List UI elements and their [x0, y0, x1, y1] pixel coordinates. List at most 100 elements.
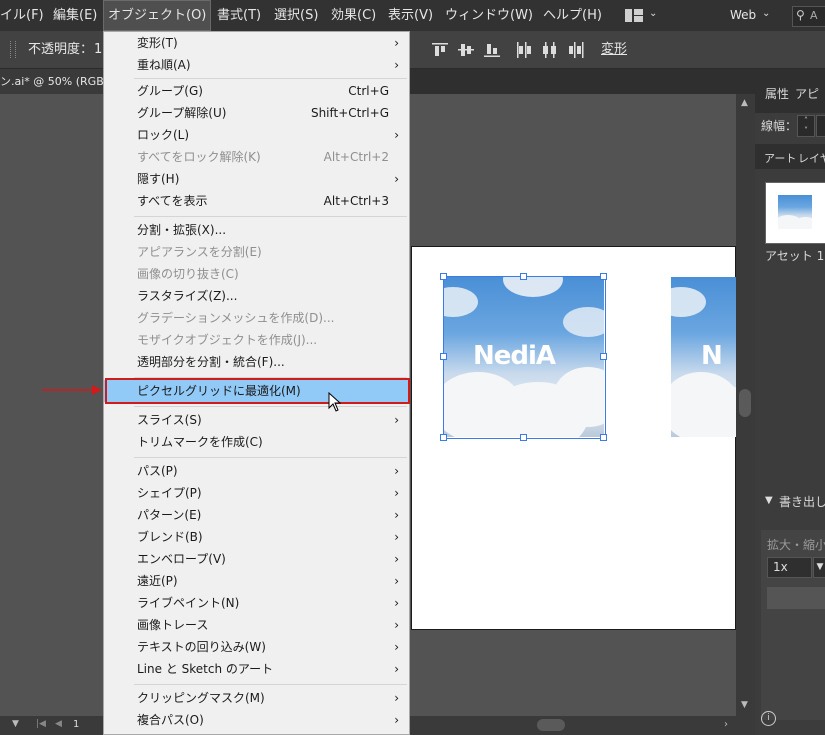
menu-item-pattern[interactable]: パターン(E) › [104, 504, 409, 526]
align-vertical-center-icon[interactable] [458, 42, 474, 58]
chevron-right-icon: › [394, 640, 399, 654]
resize-handle[interactable] [600, 434, 607, 441]
menu-item-group[interactable]: グループ(G) Ctrl+G [104, 80, 409, 102]
menu-item-text-wrap[interactable]: テキストの回り込み(W) › [104, 636, 409, 658]
menu-item-image-trace[interactable]: 画像トレース › [104, 614, 409, 636]
menu-edit[interactable]: 編集(E) [53, 0, 97, 31]
chevron-right-icon: › [394, 36, 399, 50]
menu-item-perspective[interactable]: 遠近(P) › [104, 570, 409, 592]
chevron-right-icon: › [394, 128, 399, 142]
sky-image[interactable]: N [671, 277, 736, 437]
menu-item-trim-marks[interactable]: トリムマークを作成(C) [104, 431, 409, 453]
menu-item-flatten-transparency[interactable]: 透明部分を分割・統合(F)... [104, 351, 409, 373]
stroke-width-label: 線幅： [761, 119, 798, 133]
resize-handle[interactable] [440, 353, 447, 360]
left-canvas [0, 94, 103, 716]
chevron-down-icon[interactable]: ⌄ [762, 8, 770, 19]
menu-type[interactable]: 書式(T) [217, 0, 261, 31]
menu-separator [134, 216, 407, 217]
scale-label: 拡大・縮小 [767, 538, 825, 552]
asset-thumbnail[interactable] [765, 182, 825, 244]
resize-handle[interactable] [440, 273, 447, 280]
menu-item-lock[interactable]: ロック(L) › [104, 124, 409, 146]
vertical-scrollbar[interactable]: ▲ ▼ [736, 94, 755, 716]
page-number[interactable]: 1 [73, 719, 79, 730]
menu-file[interactable]: イル(F) [0, 0, 44, 31]
chevron-right-icon: › [394, 574, 399, 588]
transform-link[interactable]: 変形 [601, 31, 627, 68]
opacity-label[interactable]: 不透明度： [28, 31, 93, 68]
document-tab[interactable]: ン.ai* @ 50% (RGB/ビ [0, 69, 104, 94]
distribute-left-icon[interactable] [516, 42, 532, 58]
stroke-stepper[interactable]: ˄ ˅ [797, 115, 815, 137]
menu-item-envelope[interactable]: エンベロープ(V) › [104, 548, 409, 570]
menu-item-expand[interactable]: 分割・拡張(X)... [104, 219, 409, 241]
menu-view[interactable]: 表示(V) [388, 0, 433, 31]
first-page-icon[interactable]: |◀ [36, 719, 46, 729]
menu-item-transform[interactable]: 変形(T) › [104, 32, 409, 54]
chevron-right-icon: › [394, 618, 399, 632]
menu-effect[interactable]: 効果(C) [331, 0, 376, 31]
menu-item-arrange[interactable]: 重ね順(A) › [104, 54, 409, 76]
scale-value: 1x [773, 560, 788, 574]
align-bottom-icon[interactable] [484, 42, 500, 58]
menu-item-hide[interactable]: 隠す(H) › [104, 168, 409, 190]
search-input[interactable]: ⚲ A [792, 6, 825, 27]
menu-help[interactable]: ヘルプ(H) [543, 0, 602, 31]
export-button[interactable] [767, 587, 825, 609]
workspace-layout-icon[interactable] [625, 9, 643, 22]
info-icon[interactable]: i [761, 711, 776, 726]
resize-handle[interactable] [600, 273, 607, 280]
menu-item-clipping-mask[interactable]: クリッピングマスク(M) › [104, 687, 409, 709]
menu-select[interactable]: 選択(S) [274, 0, 318, 31]
resize-handle[interactable] [520, 434, 527, 441]
resize-handle[interactable] [440, 434, 447, 441]
search-placeholder: A [810, 9, 818, 22]
menu-item-shape[interactable]: シェイプ(P) › [104, 482, 409, 504]
prev-page-icon[interactable]: ◀ [55, 719, 62, 729]
menu-window[interactable]: ウィンドウ(W) [445, 0, 533, 31]
menu-item-show-all[interactable]: すべてを表示 Alt+Ctrl+3 [104, 190, 409, 212]
chevron-right-icon[interactable]: › [724, 719, 728, 730]
align-top-icon[interactable] [432, 42, 448, 58]
scale-select[interactable]: 1x [767, 557, 812, 578]
chevron-up-icon[interactable]: ▲ [741, 98, 748, 108]
scroll-thumb[interactable] [537, 719, 565, 731]
menu-item-blend[interactable]: ブレンド(B) › [104, 526, 409, 548]
chevron-right-icon: › [394, 413, 399, 427]
menu-object[interactable]: オブジェクト(O) [103, 0, 212, 31]
tab-layers[interactable]: レイヤ [798, 150, 825, 166]
resize-handle[interactable] [600, 353, 607, 360]
menu-item-live-paint[interactable]: ライブペイント(N) › [104, 592, 409, 614]
resize-handle[interactable] [520, 273, 527, 280]
menu-item-slice[interactable]: スライス(S) › [104, 409, 409, 431]
tab-artboards[interactable]: アート [764, 150, 796, 166]
caret-down-icon[interactable]: ▼ [765, 495, 773, 506]
menu-item-compound-path[interactable]: 複合パス(O) › [104, 709, 409, 731]
chevron-right-icon: › [394, 713, 399, 727]
menu-item-rasterize[interactable]: ラスタライズ(Z)... [104, 285, 409, 307]
tab-appearance[interactable]: アピ [795, 85, 819, 102]
tab-properties[interactable]: 属性 [765, 85, 789, 102]
scroll-thumb[interactable] [739, 389, 751, 417]
distribute-center-icon[interactable] [542, 42, 558, 58]
menu-item-line-sketch[interactable]: Line と Sketch のアート › [104, 658, 409, 680]
menu-separator [134, 457, 407, 458]
chevron-down-icon[interactable]: ⌄ [649, 8, 657, 19]
search-icon: ⚲ [796, 8, 805, 22]
chevron-right-icon: › [394, 486, 399, 500]
workspace-switcher[interactable]: Web [730, 0, 756, 31]
opacity-value[interactable]: 1 [94, 31, 102, 68]
chevron-down-icon[interactable]: ▼ [12, 719, 19, 729]
selection-bounding-box [443, 276, 606, 439]
chevron-down-icon[interactable]: ▼ [813, 557, 825, 578]
chevron-down-icon[interactable]: ▼ [741, 700, 748, 710]
stroke-input[interactable] [816, 115, 825, 137]
menu-item-ungroup[interactable]: グループ解除(U) Shift+Ctrl+G [104, 102, 409, 124]
chevron-right-icon: › [394, 662, 399, 676]
menu-item-path[interactable]: パス(P) › [104, 460, 409, 482]
menubar: イル(F) 編集(E) オブジェクト(O) 書式(T) 選択(S) 効果(C) … [0, 0, 825, 31]
export-section-title[interactable]: 書き出し [779, 493, 825, 510]
distribute-right-icon[interactable] [568, 42, 584, 58]
chevron-right-icon: › [394, 464, 399, 478]
